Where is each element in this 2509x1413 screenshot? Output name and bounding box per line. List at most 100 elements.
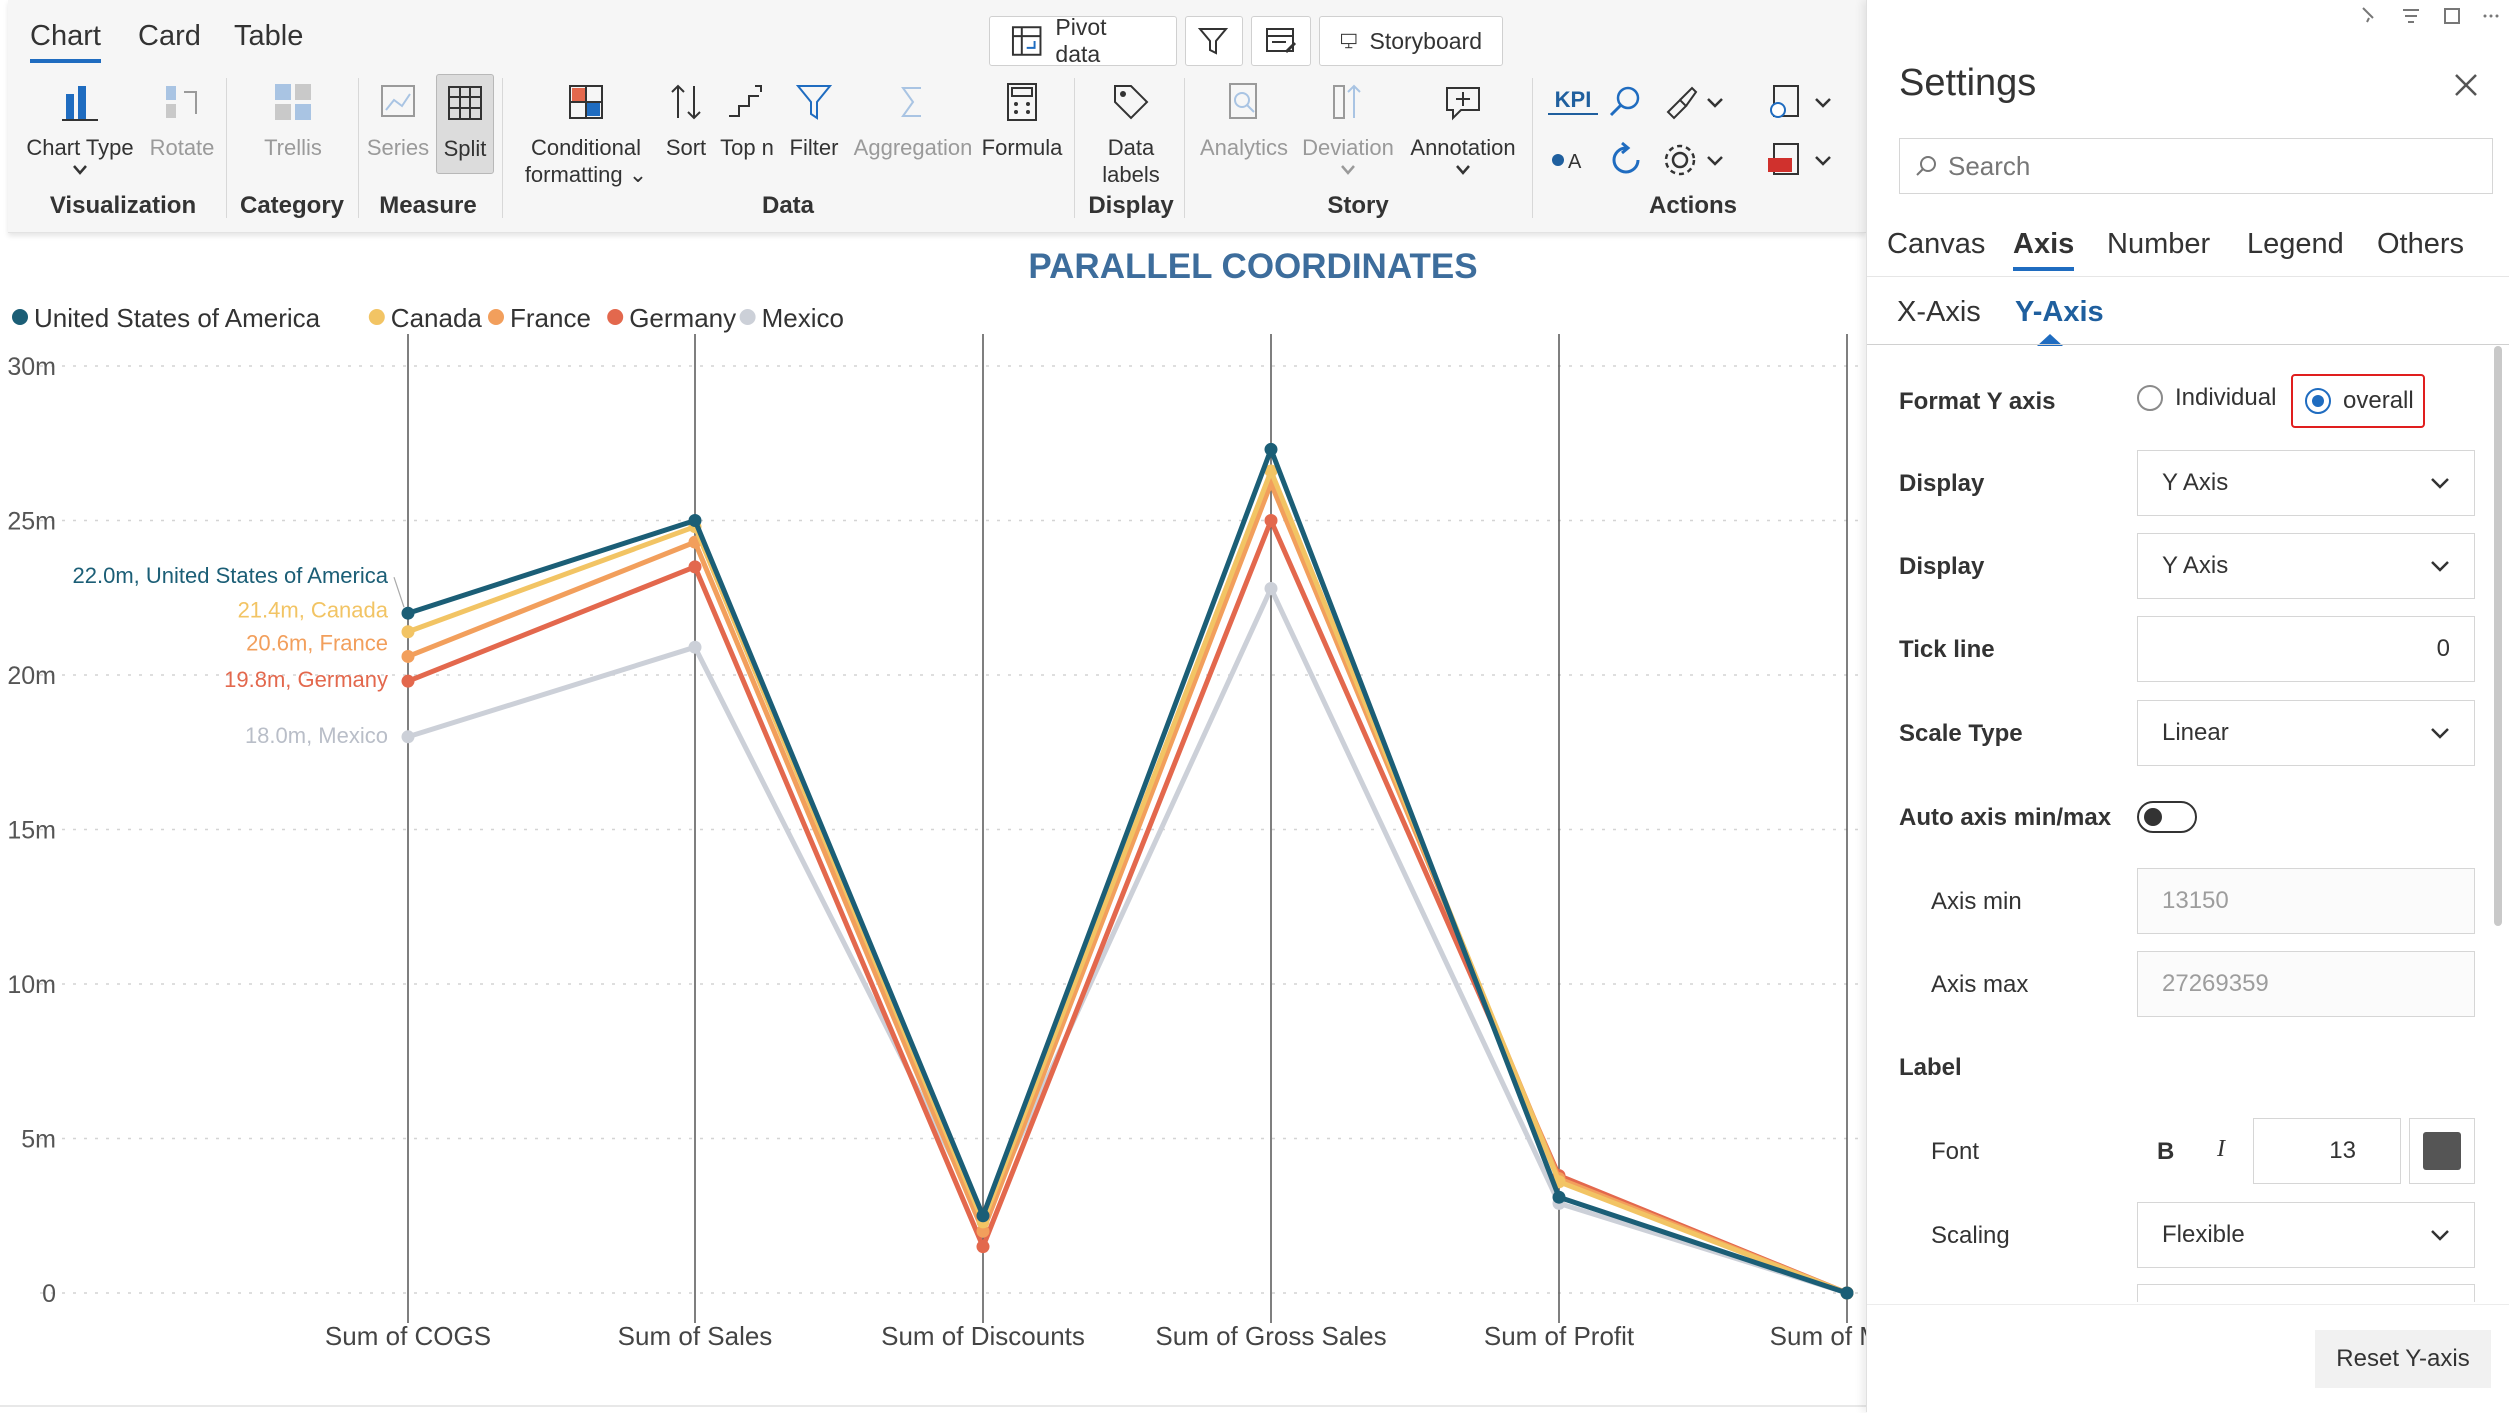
data-point-2-0 (401, 649, 415, 663)
data-point-4-1 (688, 640, 702, 654)
data-label-3: 19.8m, Germany (224, 667, 388, 692)
font-color-picker[interactable] (2409, 1118, 2475, 1184)
filter-settings-button[interactable] (1185, 16, 1243, 66)
chart-type-button[interactable]: Chart Type (20, 80, 140, 179)
formula-icon (1007, 83, 1037, 121)
font-size-input[interactable]: 13 (2253, 1118, 2401, 1184)
subtab-x-axis[interactable]: X-Axis (1897, 296, 1981, 329)
bold-button[interactable]: B (2157, 1138, 2174, 1166)
deviation-label: Deviation (1302, 135, 1394, 160)
chevron-down-icon (2431, 561, 2449, 572)
radio-overall-label: overall (2343, 387, 2414, 414)
search-icon[interactable] (1606, 82, 1646, 122)
subtab-y-axis[interactable]: Y-Axis (2015, 296, 2104, 329)
tab-table[interactable]: Table (234, 20, 303, 53)
display-label: Display (1899, 470, 1985, 497)
refresh-icon[interactable] (1606, 140, 1646, 180)
table-edit-button[interactable] (1251, 16, 1311, 66)
deviation-button[interactable]: Deviation (1298, 80, 1398, 179)
close-icon[interactable] (2453, 72, 2479, 98)
group-label-actions: Actions (1648, 192, 1737, 219)
conditional-formatting-button[interactable]: Conditional formatting ⌄ (516, 80, 656, 188)
radio-individual-circle[interactable] (2137, 385, 2163, 411)
aggregation-label: Aggregation (853, 135, 973, 160)
axis-min-input[interactable]: 13150 (2137, 868, 2475, 934)
chevron-down-icon[interactable] (1706, 96, 1724, 110)
split-icon (448, 86, 482, 120)
legend-marker-3 (607, 309, 624, 325)
sort-button[interactable]: Sort (658, 80, 714, 161)
data-point-0-4 (1552, 1190, 1566, 1204)
data-label-2: 20.6m, France (246, 630, 388, 655)
group-divider (358, 78, 359, 218)
tag-icon (1114, 85, 1149, 120)
group-label-category: Category (239, 192, 345, 219)
chevron-down-icon[interactable] (1814, 154, 1832, 168)
pivot-data-button[interactable]: Pivot data (989, 14, 1177, 67)
analytics-icon (1229, 83, 1257, 119)
tick-line-input[interactable]: 0 (2137, 616, 2475, 682)
search-input[interactable]: Search (1899, 138, 2493, 194)
tick-line-value: 0 (2436, 635, 2450, 662)
data-point-0-1 (688, 514, 702, 527)
panel-scrollbar[interactable] (2494, 346, 2502, 926)
auto-axis-label: Auto axis min/max (1899, 804, 2112, 831)
scaling-select[interactable]: Flexible (2137, 1202, 2475, 1268)
top-n-button[interactable]: Top n (714, 80, 780, 161)
series-button[interactable]: Series (366, 80, 430, 161)
display-select-2[interactable]: Y Axis (2137, 533, 2475, 599)
data-labels-button[interactable]: Data labels (1088, 80, 1174, 188)
analytics-button[interactable]: Analytics (1194, 80, 1294, 161)
aggregation-button[interactable]: Aggregation (848, 80, 978, 161)
pdf-export-icon[interactable] (1764, 140, 1804, 180)
settings-title: Settings (1899, 62, 2037, 104)
split-button[interactable]: Split (436, 74, 494, 174)
paint-brush-icon[interactable] (1660, 82, 1700, 122)
auto-axis-toggle[interactable] (2137, 801, 2197, 833)
y-tick-label-2: 10m (7, 971, 56, 999)
tab-card[interactable]: Card (138, 20, 201, 53)
storyboard-button[interactable]: Storyboard (1319, 16, 1503, 66)
x-category-label-2: Sum of Discounts (881, 1321, 1085, 1351)
y-tick-label-1: 5m (21, 1126, 56, 1154)
filter-label: Filter (789, 135, 839, 160)
legend-item-1: Canada (391, 303, 483, 333)
panel-window-controls (2362, 7, 2499, 24)
chevron-down-icon[interactable] (1814, 96, 1832, 110)
radio-overall[interactable]: overall (2291, 374, 2425, 428)
annotation-button[interactable]: Annotation (1402, 80, 1524, 179)
rotate-label: Rotate (149, 135, 215, 160)
export-settings-icon[interactable] (1764, 82, 1804, 122)
tab-legend[interactable]: Legend (2247, 228, 2344, 261)
label-leader-line (393, 577, 405, 608)
radio-individual[interactable]: Individual (2137, 384, 2276, 412)
y-tick-label-4: 20m (7, 662, 56, 690)
tab-axis[interactable]: Axis (2013, 228, 2075, 271)
axis-max-input[interactable]: 27269359 (2137, 951, 2475, 1017)
trellis-button[interactable]: Trellis (248, 80, 338, 161)
data-point-3-2 (976, 1240, 990, 1254)
sort-icon (671, 84, 701, 120)
tab-canvas[interactable]: Canvas (1887, 228, 1985, 261)
rotate-button[interactable]: Rotate (146, 80, 218, 161)
kpi-button[interactable]: KPI (1548, 86, 1598, 115)
axis-max-label: Axis max (1931, 971, 2029, 998)
filter-button[interactable]: Filter (784, 80, 844, 161)
scale-type-select[interactable]: Linear (2137, 700, 2475, 766)
data-label-toggle-icon[interactable]: A (1548, 140, 1588, 180)
chevron-down-icon (1456, 165, 1470, 175)
svg-text:A: A (1568, 151, 1582, 173)
formula-button[interactable]: Formula (978, 80, 1066, 161)
tab-number[interactable]: Number (2107, 228, 2210, 261)
display-select[interactable]: Y Axis (2137, 450, 2475, 516)
tab-others[interactable]: Others (2377, 228, 2464, 261)
tab-chart[interactable]: Chart (30, 20, 101, 63)
trellis-label: Trellis (264, 135, 322, 160)
radio-overall-circle[interactable] (2305, 388, 2331, 414)
legend-marker-0 (12, 309, 28, 325)
group-divider (502, 78, 503, 218)
chevron-down-icon[interactable] (1706, 154, 1724, 168)
reset-y-axis-button[interactable]: Reset Y-axis (2315, 1330, 2491, 1388)
italic-button[interactable]: I (2217, 1136, 2225, 1163)
gear-icon[interactable] (1660, 140, 1700, 180)
